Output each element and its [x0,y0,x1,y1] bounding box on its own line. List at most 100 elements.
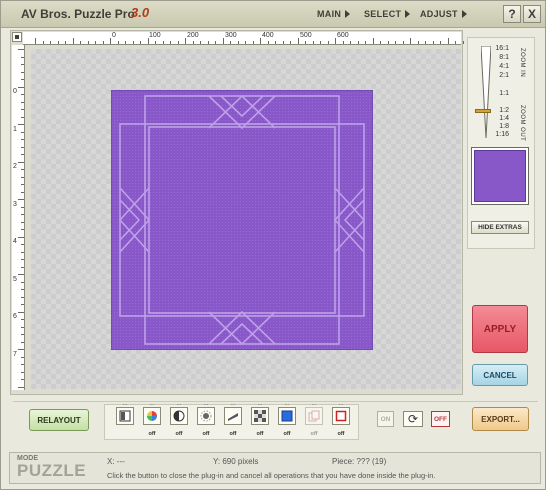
help-button[interactable]: ? [503,5,521,23]
vertical-ruler: 0 1 2 3 4 5 6 7 [12,45,25,390]
color-wheel-icon [147,411,157,421]
zoom-level[interactable]: 1:16 [489,131,509,138]
zoom-level[interactable]: 16:1 [489,45,509,52]
tool-off-label: off [202,431,210,437]
brightness-icon [200,410,212,422]
status-piece: Piece: ??? (19) [332,457,387,466]
ruler-tick [290,41,291,44]
ruler-tick [237,41,239,44]
fill-tool-button[interactable] [278,407,296,425]
color-tool-button[interactable] [143,407,161,425]
ruler-tick [21,281,24,283]
ruler-tick [110,38,111,44]
ruler-tick [21,221,24,223]
plugin-window: AV Bros. Puzzle Pro 3.0 MAIN SELECT ADJU… [0,0,546,490]
ruler-tick [50,41,51,44]
ruler-tick [21,146,24,148]
cycle-button[interactable]: ⟳ [403,411,423,427]
ruler-tick [357,41,359,44]
zoom-level[interactable]: 8:1 [489,54,509,61]
brightness-tool-button[interactable] [197,407,215,425]
ruler-tick [230,41,231,44]
ruler-tick [65,41,66,44]
frame-icon [119,410,131,422]
ruler-tick [342,41,344,44]
ruler-tick [147,38,149,44]
frame-tool-button[interactable] [116,407,134,425]
ruler-tick [21,191,24,193]
ruler-tick [21,334,24,335]
zoom-level[interactable]: 1:4 [489,115,509,122]
tool-off-label: off [256,431,264,437]
ruler-tick [395,41,396,44]
menu-main[interactable]: MAIN [317,9,351,19]
navigator-thumbnail[interactable] [471,147,529,205]
ruler-tick [170,41,171,44]
checker-tool-button[interactable] [251,407,269,425]
relayout-button[interactable]: RELAYOUT [29,409,89,431]
ruler-tick [297,38,299,44]
outline-tool-button[interactable] [332,407,350,425]
ruler-tick [95,41,96,44]
ruler-tick [282,41,284,44]
ruler-label: 600 [337,32,349,39]
ruler-tick [192,41,194,44]
menu-arrow-icon [461,10,467,18]
ruler-tick [80,41,81,44]
ruler-tick [21,116,24,118]
zoom-level[interactable]: 1:8 [489,123,509,130]
ruler-tick [350,41,351,44]
ruler-origin-button[interactable] [12,32,22,42]
menu-arrow-icon [345,10,351,18]
copy-tool-button[interactable] [305,407,323,425]
ruler-tick [18,86,24,88]
ruler-tick [260,38,261,44]
ruler-tick [21,371,24,373]
ruler-tick [462,41,464,44]
ruler-tick [432,41,434,44]
emboss-tool-button[interactable] [224,407,242,425]
title-bar: AV Bros. Puzzle Pro 3.0 MAIN SELECT ADJU… [1,1,545,28]
ruler-tick [21,251,24,253]
ruler-tick [102,41,104,44]
puzzle-preview[interactable] [111,90,373,350]
ruler-tick [245,41,246,44]
menu-select[interactable]: SELECT [364,9,411,19]
ruler-tick [275,41,276,44]
hide-extras-button[interactable]: HIDE EXTRAS [471,221,529,234]
ruler-label: 5 [13,276,17,283]
ruler-tick [21,206,24,208]
tool-off-label: off [229,431,237,437]
ruler-tick [21,364,24,365]
horizontal-ruler: 0 100 200 300 400 500 600 [23,32,471,45]
export-button[interactable]: EXPORT... [472,407,529,431]
apply-button[interactable]: APPLY [472,305,528,353]
ruler-tick [125,41,126,44]
off-button[interactable]: OFF [431,411,450,427]
ruler-tick [200,41,201,44]
ruler-label: 3 [13,201,17,208]
ruler-label: 7 [13,351,17,358]
zoom-level[interactable]: 4:1 [489,63,509,70]
menu-adjust-label: ADJUST [420,9,458,19]
zoom-level[interactable]: 1:2 [489,107,509,114]
ruler-tick [18,311,24,313]
ruler-tick [440,41,441,44]
close-button[interactable]: X [523,5,541,23]
contrast-tool-button[interactable] [170,407,188,425]
on-button[interactable]: ON [377,411,394,427]
checker-icon [254,410,266,422]
zoom-level[interactable]: 1:1 [489,90,509,97]
menu-adjust[interactable]: ADJUST [420,9,467,19]
ruler-tick [21,64,24,65]
ruler-tick [21,79,24,80]
cancel-button[interactable]: CANCEL [472,364,528,386]
ruler-tick [380,41,381,44]
ruler-tick [72,38,74,44]
cycle-icon: ⟳ [407,412,419,426]
zoom-in-label: ZOOM IN [519,48,525,78]
ruler-label: 1 [13,126,17,133]
emboss-icon [228,413,238,421]
zoom-level[interactable]: 2:1 [489,72,509,79]
ruler-label: 200 [187,32,199,39]
